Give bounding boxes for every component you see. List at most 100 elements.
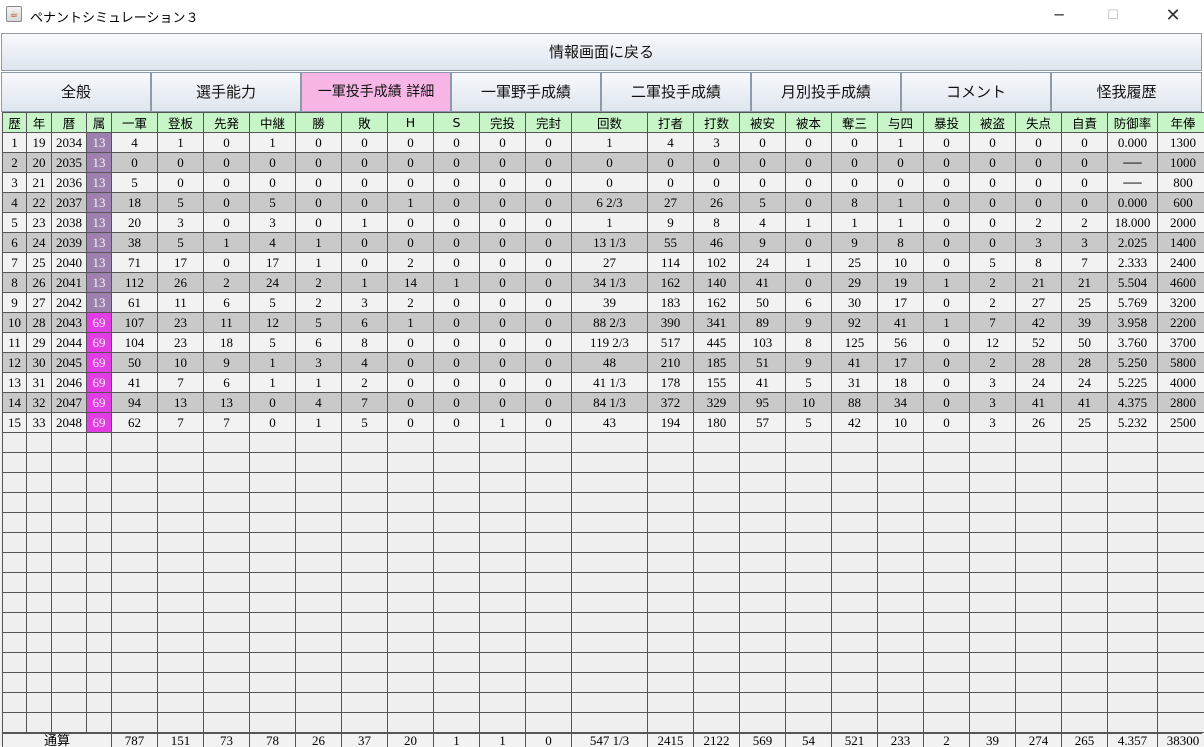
table-row[interactable]: 112920446910423185680000119 2/3517445103… <box>3 333 1204 353</box>
tab-injury-history[interactable]: 怪我履歴 <box>1051 72 1202 112</box>
empty-cell <box>250 513 296 533</box>
column-header[interactable]: 年 <box>27 113 52 133</box>
minimize-icon[interactable]: ─ <box>1036 0 1082 31</box>
empty-cell <box>1108 453 1158 473</box>
column-header[interactable]: 完封 <box>526 113 572 133</box>
table-row[interactable]: 321203613500000000000000000000──800 <box>3 173 1204 193</box>
column-header[interactable]: 暴投 <box>924 113 970 133</box>
column-header[interactable]: 奪三 <box>832 113 878 133</box>
empty-table-row <box>3 633 1204 653</box>
table-row[interactable]: 422203713185050010006 2/32726508100000.0… <box>3 193 1204 213</box>
table-row[interactable]: 1533204869627701500104319418057542100326… <box>3 413 1204 433</box>
table-row[interactable]: 13312046694176112000041 1/31781554153118… <box>3 373 1204 393</box>
empty-cell <box>27 653 52 673</box>
empty-cell <box>388 713 434 733</box>
column-header[interactable]: 打者 <box>648 113 694 133</box>
column-header[interactable]: 被盗 <box>970 113 1016 133</box>
tab-pitching-detail[interactable]: 一軍投手成績 詳細 <box>301 72 451 112</box>
column-header[interactable]: 完投 <box>480 113 526 133</box>
empty-cell <box>204 513 250 533</box>
column-header[interactable]: 中継 <box>250 113 296 133</box>
table-row[interactable]: 1432204769941313047000084 1/337232995108… <box>3 393 1204 413</box>
empty-cell <box>1158 633 1204 653</box>
table-cell: 0 <box>786 193 832 213</box>
tab-player-ability[interactable]: 選手能力 <box>151 72 301 112</box>
empty-cell <box>1108 573 1158 593</box>
empty-cell <box>204 433 250 453</box>
column-header[interactable]: 先発 <box>204 113 250 133</box>
table-cell: 5 <box>786 413 832 433</box>
table-cell: 0 <box>526 413 572 433</box>
table-header-row: 歴年暦属一軍登板先発中継勝敗HS完投完封回数打者打数被安被本奪三与四暴投被盗失点… <box>3 113 1204 133</box>
table-cell: 0 <box>878 173 924 193</box>
empty-cell <box>740 473 786 493</box>
table-cell: 3 <box>1062 233 1108 253</box>
column-header[interactable]: 勝 <box>296 113 342 133</box>
table-cell: 0 <box>1016 153 1062 173</box>
column-header[interactable]: 自責 <box>1062 113 1108 133</box>
table-row[interactable]: 102820436910723111256100088 2/3390341899… <box>3 313 1204 333</box>
column-header[interactable]: 失点 <box>1016 113 1062 133</box>
empty-cell <box>1108 593 1158 613</box>
column-header[interactable]: 登板 <box>158 113 204 133</box>
table-row[interactable]: 220203513000000000000000000000──1000 <box>3 153 1204 173</box>
column-header[interactable]: S <box>434 113 480 133</box>
table-cell: 9 <box>3 293 27 313</box>
column-header[interactable]: 一軍 <box>112 113 158 133</box>
table-cell: 5 <box>112 173 158 193</box>
table-cell: 69 <box>87 333 112 353</box>
table-cell: 0 <box>526 293 572 313</box>
column-header[interactable]: 防御率 <box>1108 113 1158 133</box>
tab-farm-pitching[interactable]: 二軍投手成績 <box>601 72 751 112</box>
table-row[interactable]: 1230204569501091340000482101855194117022… <box>3 353 1204 373</box>
empty-cell <box>1158 653 1204 673</box>
column-header[interactable]: 暦 <box>52 113 87 133</box>
empty-cell <box>52 613 87 633</box>
table-row[interactable]: 82620411311226224211410034 1/31621404102… <box>3 273 1204 293</box>
empty-cell <box>970 533 1016 553</box>
table-row[interactable]: 7252040137117017102000271141022412510058… <box>3 253 1204 273</box>
table-cell: 2048 <box>52 413 87 433</box>
empty-cell <box>204 493 250 513</box>
column-header[interactable]: 回数 <box>572 113 648 133</box>
table-row[interactable]: 1192034134101000000143000100000.0001300 <box>3 133 1204 153</box>
column-header[interactable]: 歴 <box>3 113 27 133</box>
maximize-icon[interactable]: ☐ <box>1090 0 1136 31</box>
table-cell: 8 <box>342 333 388 353</box>
table-cell: 0 <box>434 193 480 213</box>
column-header[interactable]: 打数 <box>694 113 740 133</box>
empty-cell <box>480 613 526 633</box>
table-row[interactable]: 9272042136111652320003918316250630170227… <box>3 293 1204 313</box>
empty-cell <box>1016 693 1062 713</box>
table-cell: 5 <box>3 213 27 233</box>
close-icon[interactable]: ✕ <box>1150 0 1196 31</box>
column-header[interactable]: H <box>388 113 434 133</box>
table-cell: 17 <box>878 353 924 373</box>
empty-cell <box>1108 633 1158 653</box>
tab-monthly-pitching[interactable]: 月別投手成績 <box>751 72 901 112</box>
empty-cell <box>1158 713 1204 733</box>
column-header[interactable]: 与四 <box>878 113 924 133</box>
empty-cell <box>572 693 648 713</box>
table-cell: 1 <box>480 413 526 433</box>
table-row[interactable]: 6242039133851410000013 1/35546909800332.… <box>3 233 1204 253</box>
empty-cell <box>924 633 970 653</box>
table-row[interactable]: 523203813203030100001984111002218.000200… <box>3 213 1204 233</box>
stats-table-viewport[interactable]: 歴年暦属一軍登板先発中継勝敗HS完投完封回数打者打数被安被本奪三与四暴投被盗失点… <box>0 112 1204 746</box>
empty-cell <box>572 453 648 473</box>
table-cell: 2 <box>1016 213 1062 233</box>
empty-cell <box>158 533 204 553</box>
back-to-info-button[interactable]: 情報画面に戻る <box>1 33 1202 71</box>
table-cell: 0 <box>480 273 526 293</box>
column-header[interactable]: 年俸 <box>1158 113 1204 133</box>
empty-cell <box>250 593 296 613</box>
column-header[interactable]: 被本 <box>786 113 832 133</box>
totals-cell: 26 <box>296 734 342 747</box>
empty-cell <box>158 513 204 533</box>
column-header[interactable]: 敗 <box>342 113 388 133</box>
tab-general[interactable]: 全般 <box>1 72 151 112</box>
tab-comment[interactable]: コメント <box>901 72 1051 112</box>
column-header[interactable]: 属 <box>87 113 112 133</box>
column-header[interactable]: 被安 <box>740 113 786 133</box>
tab-batting-stats[interactable]: 一軍野手成績 <box>451 72 601 112</box>
